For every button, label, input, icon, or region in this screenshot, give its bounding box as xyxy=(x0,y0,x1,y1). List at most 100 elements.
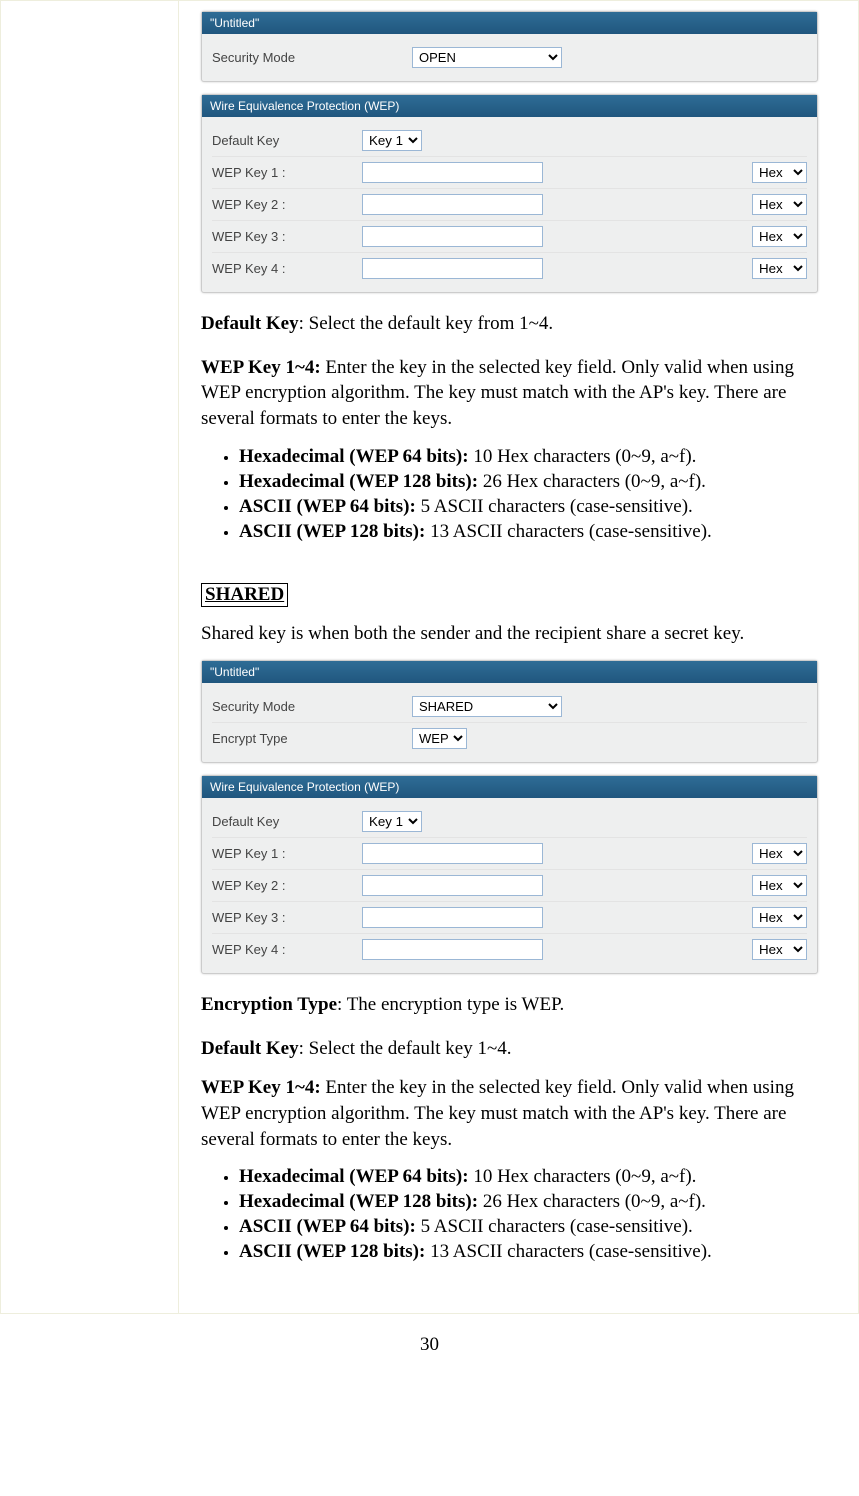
default-key-row: Default Key Key 1 xyxy=(212,806,807,838)
default-key-bold: Default Key xyxy=(201,1038,299,1059)
wep-key-1-format[interactable]: Hex xyxy=(752,162,807,183)
wep-key-row: WEP Key 3 : Hex xyxy=(212,902,807,934)
wep-key-1-label: WEP Key 1 : xyxy=(212,165,362,180)
security-mode-row: Security Mode OPEN xyxy=(212,42,807,73)
wep-key-row: WEP Key 1 : Hex xyxy=(212,838,807,870)
shared-intro: Shared key is when both the sender and t… xyxy=(201,621,818,647)
security-mode-label: Security Mode xyxy=(212,699,412,714)
page-number: 30 xyxy=(0,1314,859,1374)
wep-key-4-input[interactable] xyxy=(362,939,543,960)
wep-key-row: WEP Key 3 : Hex xyxy=(212,221,807,253)
security-mode-select[interactable]: SHARED xyxy=(412,696,562,717)
encrypt-type-select[interactable]: WEP xyxy=(412,728,467,749)
encryption-type-paragraph: Encryption Type: The encryption type is … xyxy=(201,992,818,1018)
wep-key-3-label: WEP Key 3 : xyxy=(212,229,362,244)
list-item-bold: ASCII (WEP 64 bits): xyxy=(239,1216,416,1237)
wep-panel-open: Wire Equivalence Protection (WEP) Defaul… xyxy=(201,94,818,293)
wepkey-bold: WEP Key 1~4: xyxy=(201,1077,321,1098)
list-item-text: 5 ASCII characters (case-sensitive). xyxy=(416,496,693,517)
panel-header: "Untitled" xyxy=(202,661,817,683)
panel-header: "Untitled" xyxy=(202,12,817,34)
wep-key-row: WEP Key 2 : Hex xyxy=(212,870,807,902)
wep-key-1-format[interactable]: Hex xyxy=(752,843,807,864)
default-key-paragraph-2: Default Key: Select the default key 1~4. xyxy=(201,1036,818,1062)
list-item-bold: Hexadecimal (WEP 128 bits): xyxy=(239,1191,478,1212)
wep-key-4-input[interactable] xyxy=(362,258,543,279)
list-item-bold: Hexadecimal (WEP 64 bits): xyxy=(239,1166,469,1187)
default-key-label: Default Key xyxy=(212,814,362,829)
list-item-text: 5 ASCII characters (case-sensitive). xyxy=(416,1216,693,1237)
wep-key-4-label: WEP Key 4 : xyxy=(212,942,362,957)
list-item: ASCII (WEP 128 bits): 13 ASCII character… xyxy=(239,521,818,543)
wep-key-1-input[interactable] xyxy=(362,843,543,864)
right-column: "Untitled" Security Mode OPEN xyxy=(179,1,859,1314)
wep-key-row: WEP Key 4 : Hex xyxy=(212,253,807,284)
default-key-paragraph: Default Key: Select the default key from… xyxy=(201,311,818,337)
security-mode-select[interactable]: OPEN xyxy=(412,47,562,68)
layout-table: "Untitled" Security Mode OPEN xyxy=(0,0,859,1314)
wep-key-3-label: WEP Key 3 : xyxy=(212,910,362,925)
list-item: ASCII (WEP 64 bits): 5 ASCII characters … xyxy=(239,1216,818,1238)
list-item-text: 26 Hex characters (0~9, a~f). xyxy=(478,1191,706,1212)
wepkey-bold: WEP Key 1~4: xyxy=(201,357,321,378)
list-item: Hexadecimal (WEP 64 bits): 10 Hex charac… xyxy=(239,1166,818,1188)
list-item: Hexadecimal (WEP 64 bits): 10 Hex charac… xyxy=(239,446,818,468)
wep-panel-shared: Wire Equivalence Protection (WEP) Defaul… xyxy=(201,775,818,974)
list-item-bold: Hexadecimal (WEP 128 bits): xyxy=(239,471,478,492)
wep-key-row: WEP Key 4 : Hex xyxy=(212,934,807,965)
default-key-row: Default Key Key 1 xyxy=(212,125,807,157)
wep-key-3-format[interactable]: Hex xyxy=(752,907,807,928)
security-mode-row: Security Mode SHARED xyxy=(212,691,807,723)
default-key-text: : Select the default key 1~4. xyxy=(299,1038,512,1059)
wep-panel-header: Wire Equivalence Protection (WEP) xyxy=(202,776,817,798)
shared-heading: SHARED xyxy=(201,583,288,607)
list-item-bold: ASCII (WEP 128 bits): xyxy=(239,1241,425,1262)
wepkey-paragraph-2: WEP Key 1~4: Enter the key in the select… xyxy=(201,1075,818,1152)
wep-key-row: WEP Key 2 : Hex xyxy=(212,189,807,221)
wep-key-row: WEP Key 1 : Hex xyxy=(212,157,807,189)
encryption-type-text: : The encryption type is WEP. xyxy=(337,994,564,1015)
wep-key-3-format[interactable]: Hex xyxy=(752,226,807,247)
wep-key-4-format[interactable]: Hex xyxy=(752,939,807,960)
list-item-bold: Hexadecimal (WEP 64 bits): xyxy=(239,446,469,467)
default-key-select[interactable]: Key 1 xyxy=(362,811,422,832)
encrypt-type-row: Encrypt Type WEP xyxy=(212,723,807,754)
untitled-panel-open: "Untitled" Security Mode OPEN xyxy=(201,11,818,82)
wep-key-2-format[interactable]: Hex xyxy=(752,875,807,896)
list-item: ASCII (WEP 128 bits): 13 ASCII character… xyxy=(239,1241,818,1263)
wepkey-paragraph: WEP Key 1~4: Enter the key in the select… xyxy=(201,355,818,432)
list-item: Hexadecimal (WEP 128 bits): 26 Hex chara… xyxy=(239,1191,818,1213)
wep-key-4-format[interactable]: Hex xyxy=(752,258,807,279)
format-list-1: Hexadecimal (WEP 64 bits): 10 Hex charac… xyxy=(239,446,818,543)
list-item: ASCII (WEP 64 bits): 5 ASCII characters … xyxy=(239,496,818,518)
ui-panel-open: "Untitled" Security Mode OPEN xyxy=(201,11,818,293)
format-list-2: Hexadecimal (WEP 64 bits): 10 Hex charac… xyxy=(239,1166,818,1263)
wep-panel-header: Wire Equivalence Protection (WEP) xyxy=(202,95,817,117)
wep-key-1-label: WEP Key 1 : xyxy=(212,846,362,861)
encryption-type-bold: Encryption Type xyxy=(201,994,337,1015)
default-key-text: : Select the default key from 1~4. xyxy=(299,313,554,334)
list-item-text: 13 ASCII characters (case-sensitive). xyxy=(425,521,711,542)
list-item-text: 26 Hex characters (0~9, a~f). xyxy=(478,471,706,492)
list-item-text: 10 Hex characters (0~9, a~f). xyxy=(469,1166,697,1187)
wep-key-1-input[interactable] xyxy=(362,162,543,183)
wep-key-2-format[interactable]: Hex xyxy=(752,194,807,215)
wep-key-3-input[interactable] xyxy=(362,907,543,928)
wep-key-2-input[interactable] xyxy=(362,194,543,215)
list-item-text: 13 ASCII characters (case-sensitive). xyxy=(425,1241,711,1262)
default-key-bold: Default Key xyxy=(201,313,299,334)
list-item-bold: ASCII (WEP 128 bits): xyxy=(239,521,425,542)
default-key-label: Default Key xyxy=(212,133,362,148)
wep-key-3-input[interactable] xyxy=(362,226,543,247)
list-item: Hexadecimal (WEP 128 bits): 26 Hex chara… xyxy=(239,471,818,493)
untitled-panel-shared: "Untitled" Security Mode SHARED Encrypt xyxy=(201,660,818,763)
wep-key-4-label: WEP Key 4 : xyxy=(212,261,362,276)
wep-key-2-label: WEP Key 2 : xyxy=(212,878,362,893)
default-key-select[interactable]: Key 1 xyxy=(362,130,422,151)
left-column xyxy=(1,1,179,1314)
wep-key-2-input[interactable] xyxy=(362,875,543,896)
list-item-text: 10 Hex characters (0~9, a~f). xyxy=(469,446,697,467)
ui-panel-shared: "Untitled" Security Mode SHARED Encrypt xyxy=(201,660,818,974)
wep-key-2-label: WEP Key 2 : xyxy=(212,197,362,212)
encrypt-type-label: Encrypt Type xyxy=(212,731,412,746)
